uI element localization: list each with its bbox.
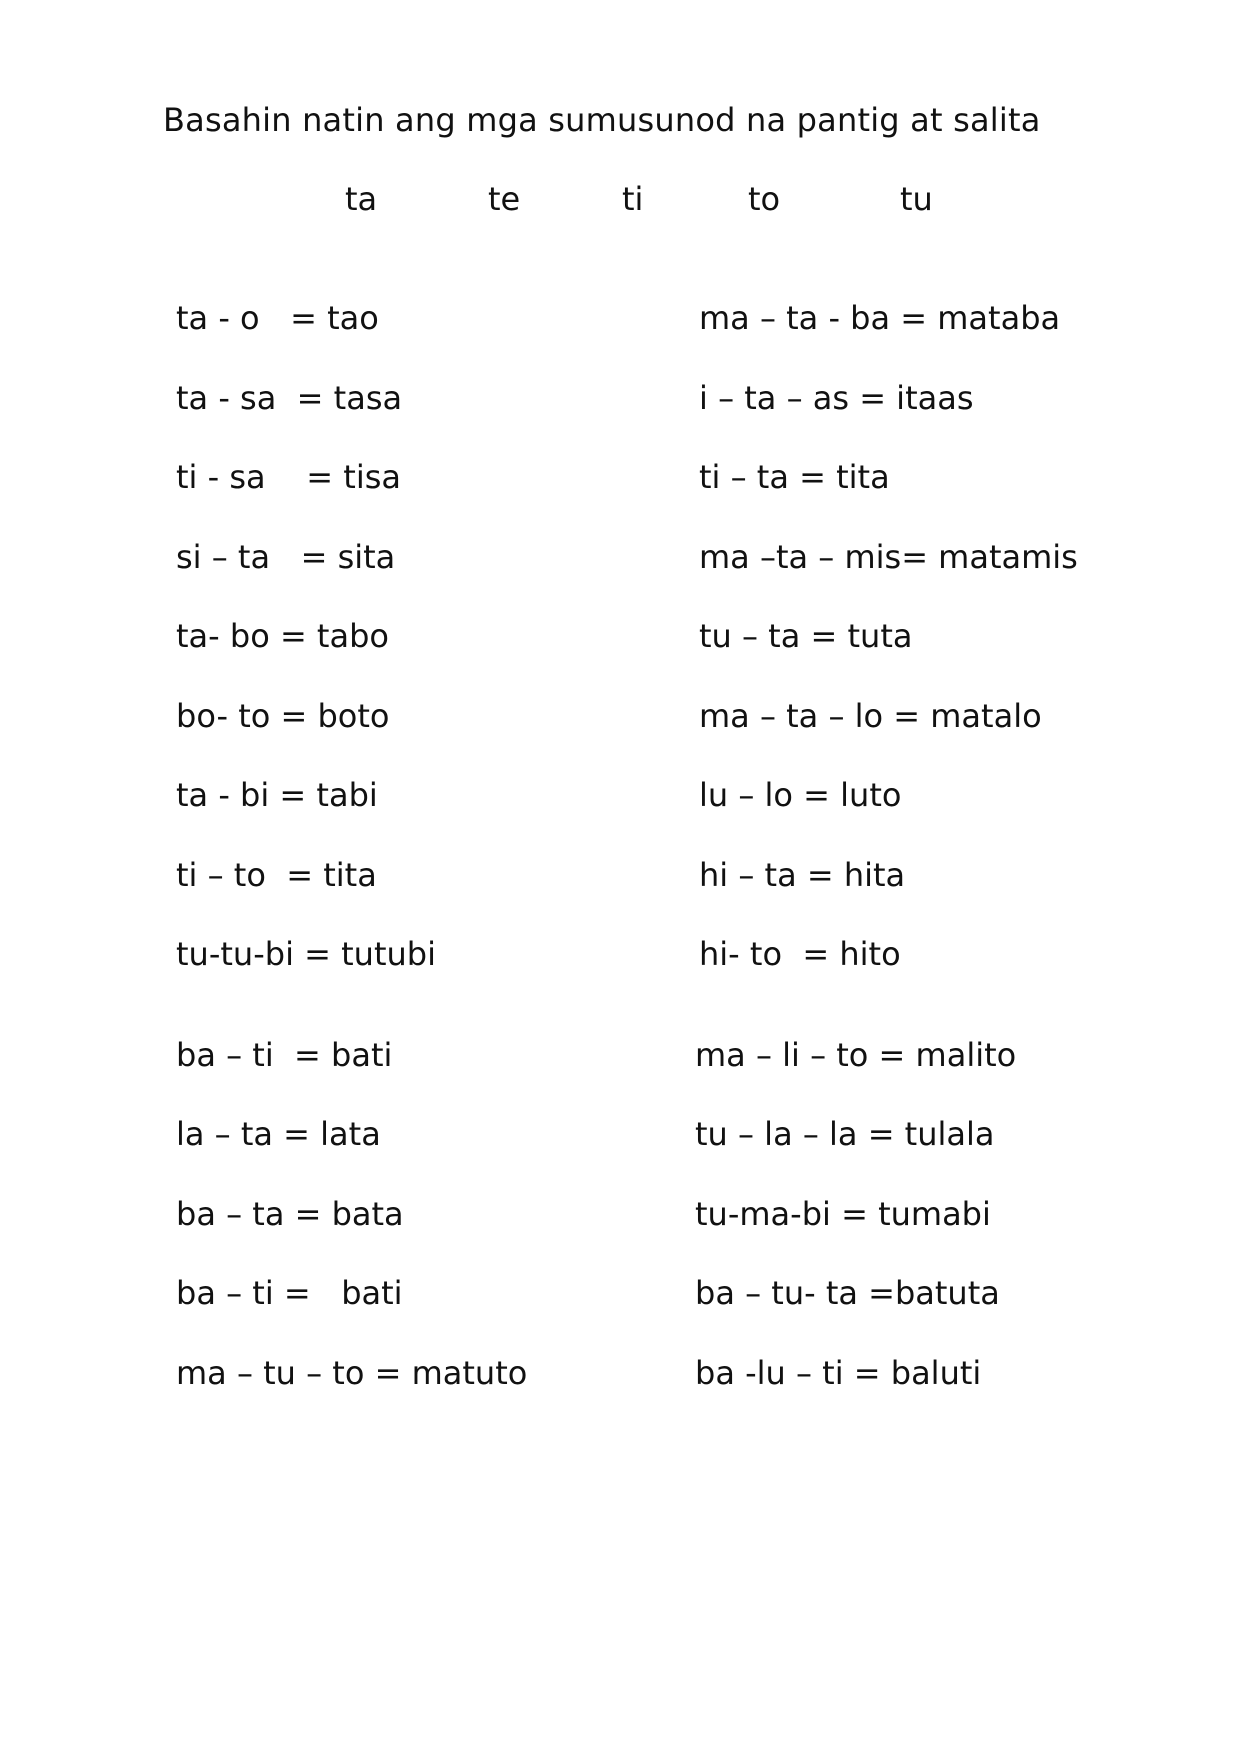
syllable-to: to — [748, 180, 781, 218]
worksheet-title: Basahin natin ang mga sumusunod na panti… — [163, 101, 1041, 139]
syllable-row: ta te ti to tu — [0, 180, 1238, 230]
word-entry: ti - sa = tisa — [176, 458, 401, 496]
word-entry: ba – ta = bata — [176, 1195, 404, 1233]
syllable-ta: ta — [345, 180, 378, 218]
word-entry: i – ta – as = itaas — [699, 379, 974, 417]
word-entry: ma –ta – mis= matamis — [699, 538, 1078, 576]
word-entry: ma – tu – to = matuto — [176, 1354, 528, 1392]
word-entry: ba – ti = bati — [176, 1274, 403, 1312]
syllable-te: te — [488, 180, 521, 218]
syllable-ti: ti — [622, 180, 644, 218]
word-entry: la – ta = lata — [176, 1115, 381, 1153]
word-entry: tu-tu-bi = tutubi — [176, 935, 436, 973]
word-entry: ba – tu- ta =batuta — [695, 1274, 1000, 1312]
word-entry: bo- to = boto — [176, 697, 390, 735]
word-entry: ma – ta - ba = mataba — [699, 299, 1061, 337]
word-entry: ba – ti = bati — [176, 1036, 393, 1074]
word-entry: ti – ta = tita — [699, 458, 890, 496]
word-entry: hi – ta = hita — [699, 856, 906, 894]
word-entry: lu – lo = luto — [699, 776, 902, 814]
worksheet-page: Basahin natin ang mga sumusunod na panti… — [0, 0, 1238, 1763]
word-entry: tu-ma-bi = tumabi — [695, 1195, 991, 1233]
word-entry: hi- to = hito — [699, 935, 901, 973]
word-entry: ma – li – to = malito — [695, 1036, 1017, 1074]
word-entry: si – ta = sita — [176, 538, 396, 576]
word-entry: tu – la – la = tulala — [695, 1115, 995, 1153]
word-entry: ta - bi = tabi — [176, 776, 378, 814]
word-entry: ta- bo = tabo — [176, 617, 389, 655]
word-entry: ba -lu – ti = baluti — [695, 1354, 982, 1392]
word-entry: ti – to = tita — [176, 856, 377, 894]
word-entry: ta - o = tao — [176, 299, 379, 337]
word-entry: ma – ta – lo = matalo — [699, 697, 1042, 735]
word-entry: tu – ta = tuta — [699, 617, 913, 655]
word-entry: ta - sa = tasa — [176, 379, 403, 417]
syllable-tu: tu — [900, 180, 933, 218]
